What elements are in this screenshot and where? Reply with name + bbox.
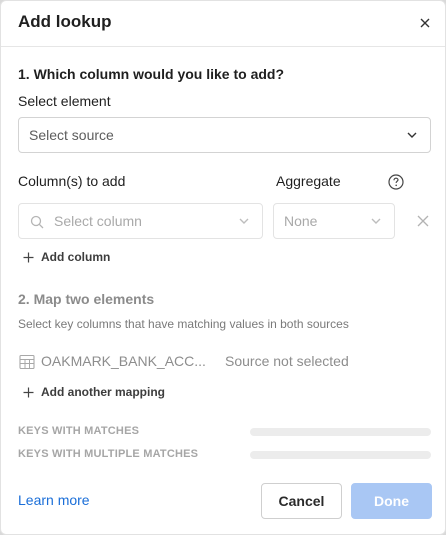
add-column-label: Add column [41,250,111,264]
plus-icon [23,387,34,397]
done-button[interactable]: Done [351,483,432,519]
add-column-button[interactable]: Add column [23,250,110,264]
select-element-label: Select element [18,93,111,109]
help-icon[interactable] [388,174,404,190]
search-icon [30,215,44,229]
chevron-down-icon [239,218,249,224]
mapping-target-column: Source not selected [225,353,349,369]
columns-to-add-label: Column(s) to add [18,173,126,189]
aggregate-label: Aggregate [276,173,341,189]
mapping-source-column[interactable]: OAKMARK_BANK_ACC... [41,353,206,369]
section-2-heading: 2. Map two elements [18,291,155,307]
cancel-button[interactable]: Cancel [261,483,342,519]
add-mapping-label: Add another mapping [41,385,165,399]
section-2-description: Select key columns that have matching va… [18,317,349,331]
keys-with-matches-bar [250,428,431,436]
close-icon[interactable] [415,13,435,33]
column-select[interactable]: Select column [18,203,263,239]
source-select[interactable]: Select source [18,117,431,153]
keys-with-multiple-matches-bar [250,451,431,459]
table-icon [19,354,35,370]
keys-with-matches-label: KEYS WITH MATCHES [18,425,140,437]
learn-more-link[interactable]: Learn more [18,492,90,508]
dialog-title: Add lookup [18,12,112,31]
section-1-heading: 1. Which column would you like to add? [18,66,285,82]
aggregate-select[interactable]: None [273,203,395,239]
chevron-down-icon [407,132,417,138]
dialog-header: Add lookup [1,1,445,47]
column-select-placeholder: Select column [54,213,142,229]
remove-column-icon[interactable] [417,214,429,227]
keys-with-multiple-matches-label: KEYS WITH MULTIPLE MATCHES [18,448,199,460]
aggregate-select-value: None [284,213,318,229]
add-mapping-button[interactable]: Add another mapping [23,385,165,399]
source-select-placeholder: Select source [29,127,114,143]
add-lookup-dialog: Add lookup 1. Which column would you lik… [0,0,446,535]
chevron-down-icon [371,218,381,224]
plus-icon [23,252,34,262]
